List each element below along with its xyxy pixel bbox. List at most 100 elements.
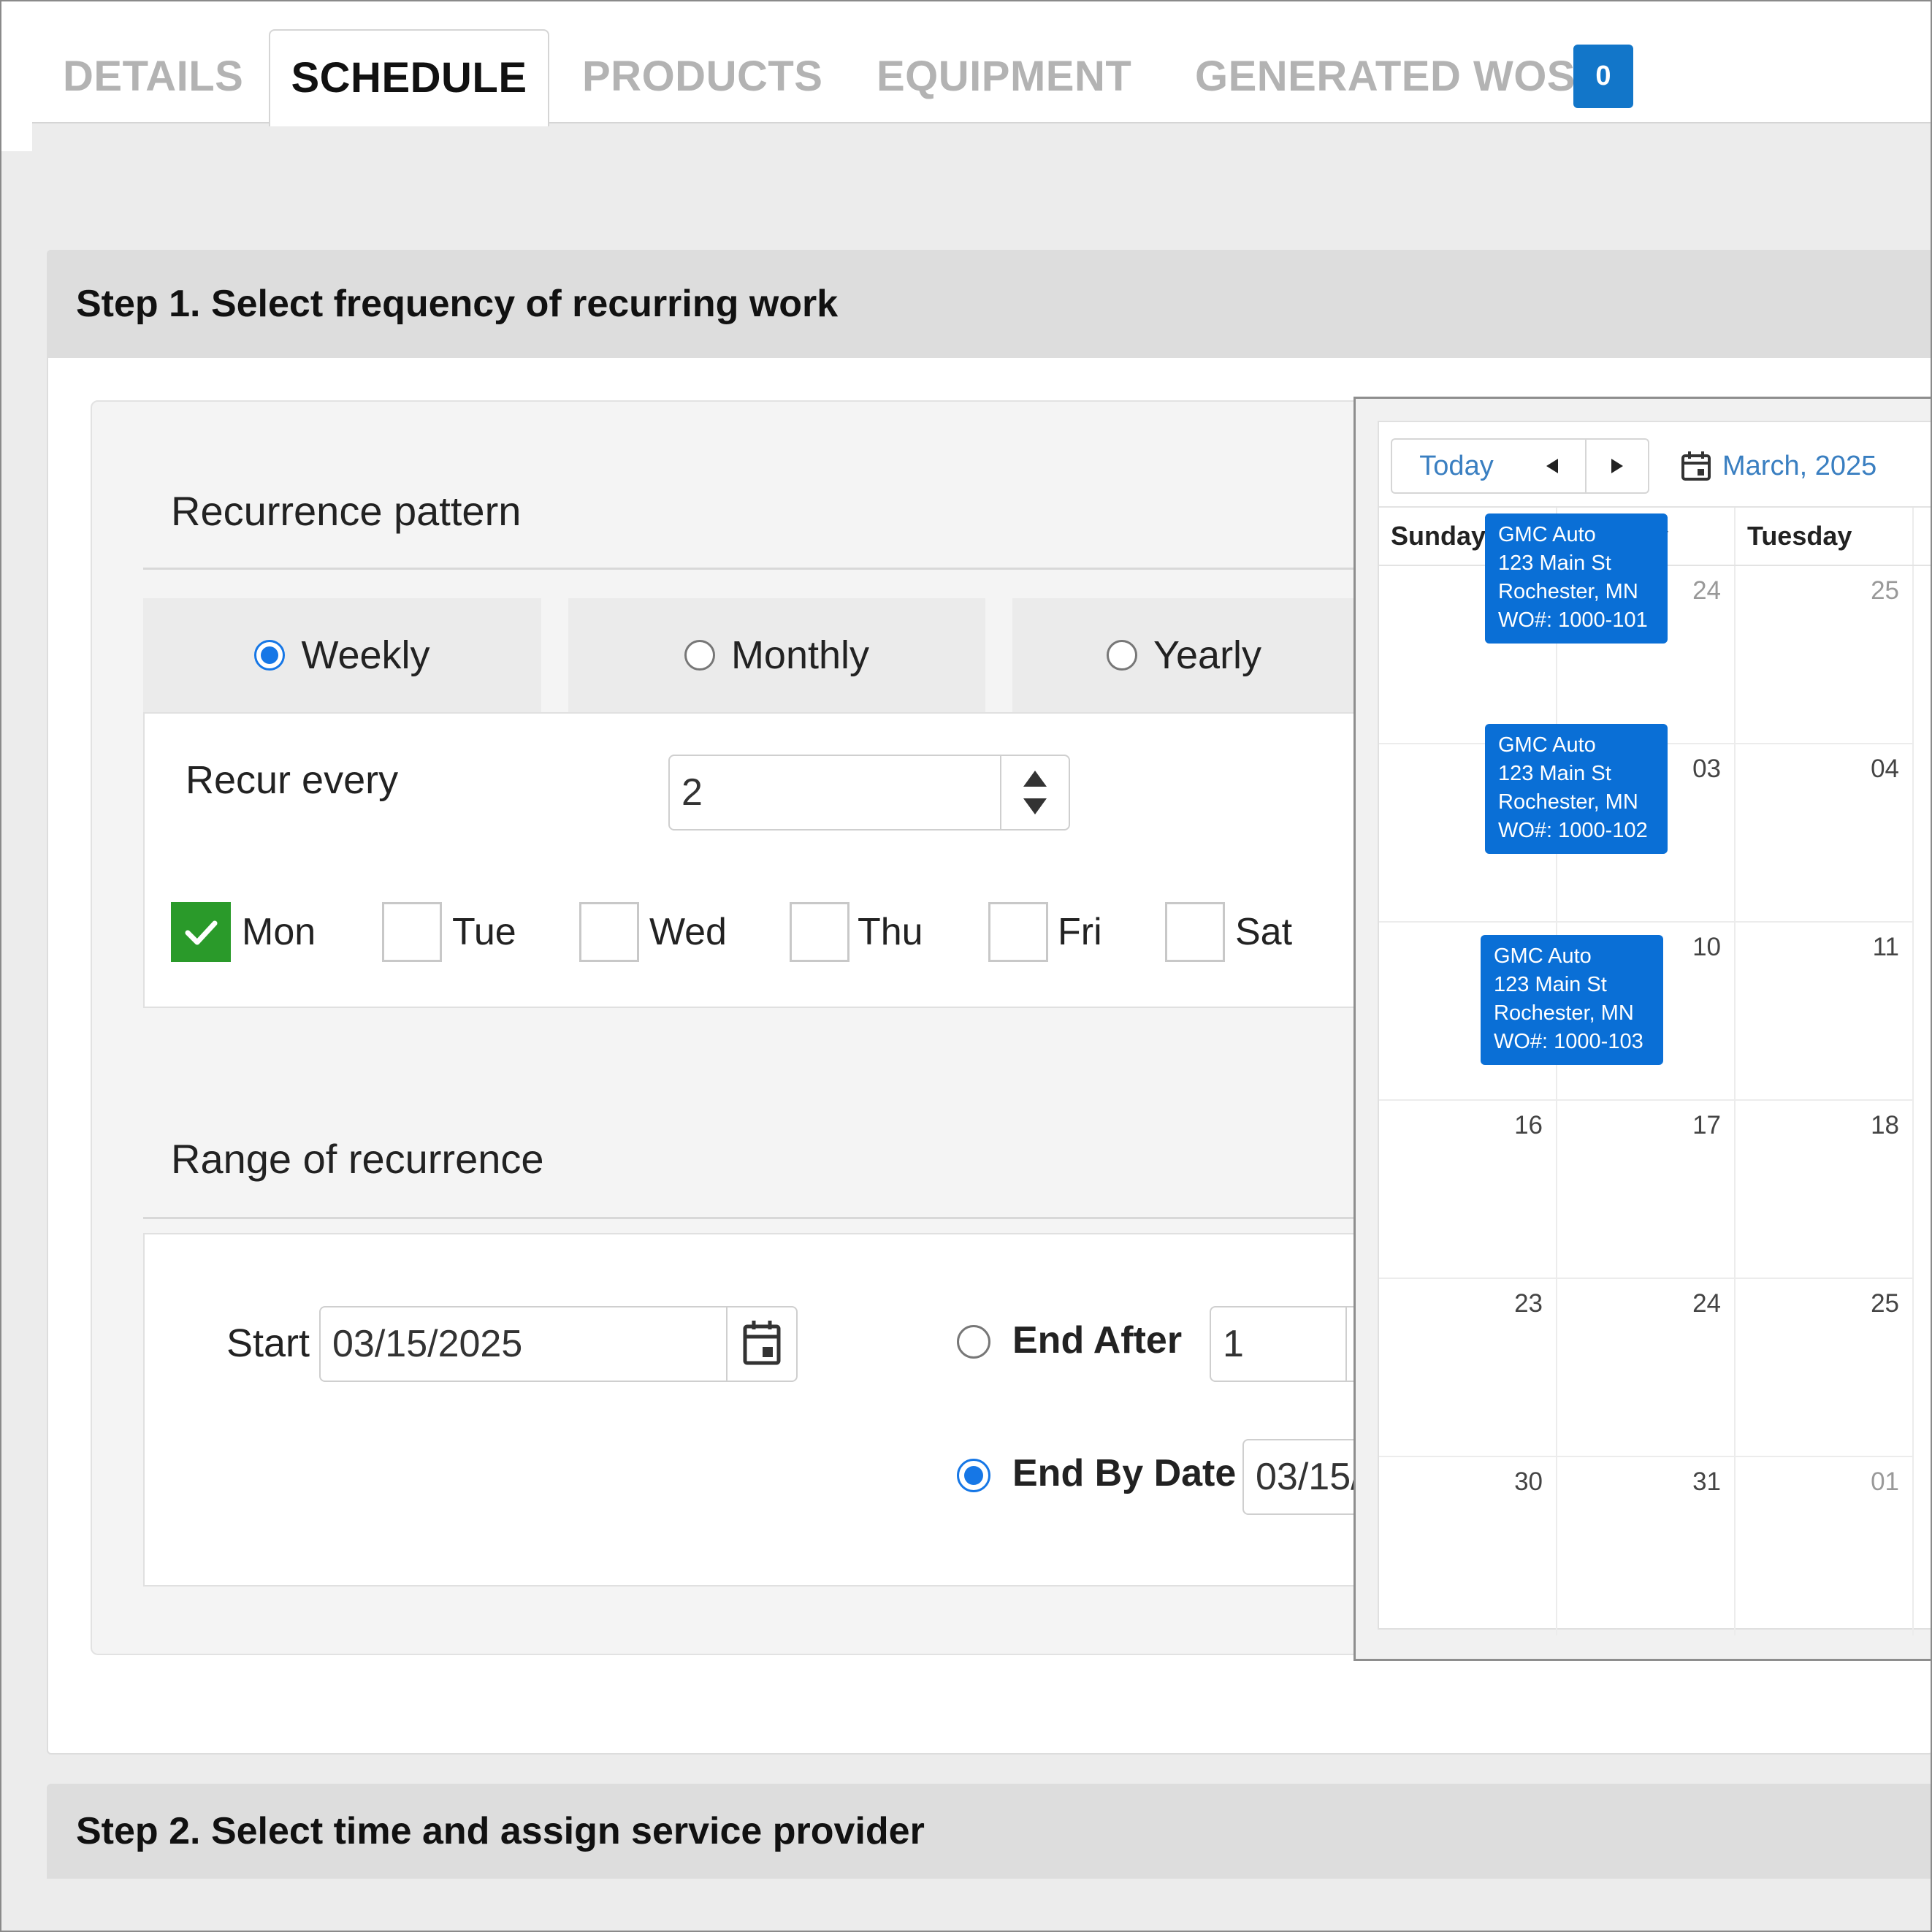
calendar-today-button[interactable]: Today [1391, 438, 1522, 494]
calendar-date: 04 [1871, 755, 1899, 783]
day-label-mon: Mon [242, 911, 316, 953]
event-wo-number: WO#: 1000-101 [1498, 608, 1648, 632]
weekly-radio[interactable] [254, 639, 286, 671]
calendar-next-button[interactable] [1585, 438, 1649, 494]
range-options-box [143, 1233, 1356, 1587]
calendar-day-cell[interactable]: 31 [1557, 1457, 1736, 1635]
calendar-date: 25 [1871, 1289, 1899, 1318]
calendar-event[interactable]: GMC Auto 123 Main St Rochester, MN WO#: … [1485, 513, 1668, 644]
recur-every-stepper[interactable] [1000, 756, 1069, 829]
end-after-label: End After [1012, 1319, 1183, 1362]
calendar-prev-button[interactable] [1521, 438, 1587, 494]
tab-equipment[interactable]: EQUIPMENT [877, 29, 1131, 123]
end-by-date-value: 03/15/ [1256, 1456, 1362, 1498]
calendar-date: 18 [1871, 1111, 1899, 1139]
calendar-icon [743, 1321, 781, 1365]
weekly-label: Weekly [301, 633, 430, 677]
day-checkbox-tue[interactable] [382, 902, 442, 962]
calendar-date: 11 [1872, 933, 1899, 961]
recurrence-monthly-option[interactable]: Monthly [568, 598, 985, 712]
day-checkbox-wed[interactable] [579, 902, 639, 962]
tab-products[interactable]: PRODUCTS [582, 29, 822, 123]
day-label-sat: Sat [1235, 911, 1293, 953]
day-label-wed: Wed [649, 911, 727, 953]
calendar-date: 31 [1692, 1467, 1721, 1496]
step1-title: Step 1. Select frequency of recurring wo… [76, 283, 839, 325]
event-street: 123 Main St [1494, 973, 1607, 996]
event-customer: GMC Auto [1498, 523, 1596, 546]
calendar-day-cell[interactable]: 04 [1736, 744, 1914, 923]
calendar-date: 17 [1692, 1111, 1721, 1139]
calendar-date: 25 [1871, 576, 1899, 605]
step2-header[interactable]: Step 2. Select time and assign service p… [47, 1784, 1931, 1879]
recur-every-input[interactable]: 2 [668, 755, 1070, 831]
start-date-picker-button[interactable] [726, 1307, 796, 1381]
calendar-day-cell[interactable]: 23 [1379, 1279, 1557, 1457]
calendar-date: 16 [1514, 1111, 1543, 1139]
recurrence-pattern-rule [143, 568, 1356, 570]
event-wo-number: WO#: 1000-102 [1498, 819, 1648, 842]
event-city: Rochester, MN [1494, 1001, 1634, 1025]
event-city: Rochester, MN [1498, 580, 1638, 603]
tab-details[interactable]: DETAILS [63, 29, 243, 123]
event-customer: GMC Auto [1498, 733, 1596, 757]
checkmark-icon [185, 920, 218, 945]
tab-generated-wos[interactable]: GENERATED WOS [1195, 29, 1576, 123]
end-by-date-label: End By Date [1012, 1452, 1237, 1494]
recurrence-yearly-option[interactable]: Yearly [1012, 598, 1356, 712]
calendar-month-view: Today March, 2025 Sunday Monday Tue [1378, 421, 1931, 1635]
calendar-event[interactable]: GMC Auto 123 Main St Rochester, MN WO#: … [1481, 935, 1663, 1065]
step1-header[interactable]: Step 1. Select frequency of recurring wo… [47, 250, 1931, 358]
day-checkbox-thu[interactable] [790, 902, 849, 962]
calendar-day-cell[interactable]: 17 [1557, 1101, 1736, 1279]
day-checkbox-sat[interactable] [1165, 902, 1225, 962]
calendar-date: 23 [1514, 1289, 1543, 1318]
end-after-radio[interactable] [957, 1325, 990, 1359]
calendar-preview-popup: Today March, 2025 Sunday Monday Tue [1353, 397, 1931, 1661]
calendar-day-cell[interactable]: 25 [1736, 566, 1914, 744]
day-checkbox-mon[interactable] [171, 902, 231, 962]
event-street: 123 Main St [1498, 762, 1611, 785]
calendar-date: 10 [1692, 933, 1721, 961]
calendar-month-icon [1681, 451, 1711, 481]
event-street: 123 Main St [1498, 551, 1611, 575]
event-wo-number: WO#: 1000-103 [1494, 1030, 1643, 1053]
stepper-arrows-icon [1023, 771, 1047, 814]
day-label-fri: Fri [1058, 911, 1102, 953]
calendar-date: 30 [1514, 1467, 1543, 1496]
calendar-date: 01 [1871, 1467, 1899, 1496]
start-label: Start [226, 1321, 310, 1365]
start-date-value: 03/15/2025 [332, 1323, 523, 1365]
generated-wos-count-badge: 0 [1573, 45, 1633, 108]
calendar-day-cell[interactable]: 01 [1736, 1457, 1914, 1635]
monthly-label: Monthly [730, 633, 870, 677]
monthly-radio[interactable] [684, 639, 715, 671]
tab-strip [32, 123, 1931, 151]
range-rule [143, 1217, 1356, 1219]
calendar-day-cell[interactable]: 16 [1379, 1101, 1557, 1279]
calendar-toolbar: Today March, 2025 [1379, 422, 1931, 508]
recurrence-weekly-option[interactable]: Weekly [143, 598, 541, 712]
calendar-day-cell[interactable]: 11 [1736, 923, 1914, 1101]
calendar-day-cell[interactable]: 24 [1557, 1279, 1736, 1457]
range-of-recurrence-title: Range of recurrence [171, 1136, 544, 1182]
calendar-day-cell[interactable]: 18 [1736, 1101, 1914, 1279]
calendar-date: 03 [1692, 755, 1721, 783]
calendar-header-tuesday: Tuesday [1736, 508, 1914, 565]
start-date-input[interactable]: 03/15/2025 [319, 1306, 798, 1382]
yearly-radio[interactable] [1106, 639, 1137, 671]
calendar-day-cell[interactable]: 25 [1736, 1279, 1914, 1457]
day-checkbox-fri[interactable] [988, 902, 1048, 962]
recurrence-pattern-title: Recurrence pattern [171, 488, 522, 534]
caret-right-icon [1611, 459, 1623, 473]
tab-bar: DETAILS SCHEDULE PRODUCTS EQUIPMENT GENE… [1, 1, 1931, 151]
calendar-day-cell[interactable]: 30 [1379, 1457, 1557, 1635]
yearly-label: Yearly [1153, 633, 1262, 677]
end-after-value: 1 [1223, 1323, 1244, 1365]
day-label-tue: Tue [452, 911, 516, 953]
calendar-month-title[interactable]: March, 2025 [1722, 438, 1876, 494]
tab-schedule[interactable]: SCHEDULE [269, 29, 549, 126]
step2-title: Step 2. Select time and assign service p… [76, 1810, 925, 1852]
end-by-date-radio[interactable] [957, 1459, 990, 1492]
calendar-event[interactable]: GMC Auto 123 Main St Rochester, MN WO#: … [1485, 724, 1668, 854]
